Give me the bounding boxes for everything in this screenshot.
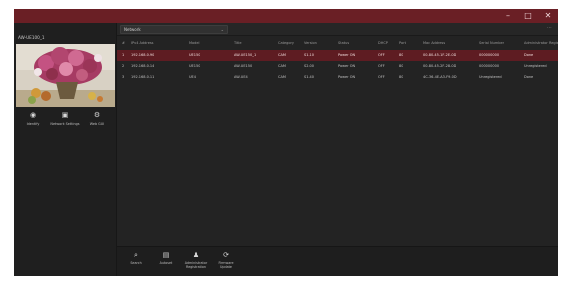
- column-header[interactable]: Version: [304, 38, 317, 49]
- column-header[interactable]: #: [122, 38, 125, 49]
- web-gui-label: Web GUI: [89, 122, 105, 126]
- autoset-icon: ▤: [162, 251, 170, 259]
- network-settings-icon: ▣: [61, 111, 69, 119]
- column-header[interactable]: IPv4 Address: [131, 38, 154, 49]
- table-cell: 000000000: [479, 53, 500, 57]
- table-cell: AW-UE150_1: [234, 53, 257, 57]
- network-settings-label: Network Settings: [50, 122, 80, 126]
- table-cell: 1: [122, 53, 125, 57]
- table-cell: 192.168.0.11: [131, 75, 155, 79]
- table-cell: Unregistered: [479, 75, 502, 79]
- chevron-down-icon: ⌄: [220, 27, 224, 32]
- table-cell: Done: [524, 75, 534, 79]
- identify-icon: ◉: [29, 111, 37, 119]
- table-cell: Done: [524, 53, 534, 57]
- column-header[interactable]: DHCP: [378, 38, 388, 49]
- network-select[interactable]: Network ⌄: [120, 25, 228, 34]
- column-header[interactable]: Model: [189, 38, 200, 49]
- column-header[interactable]: Serial Number: [479, 38, 504, 49]
- table-cell: UE4: [189, 75, 196, 79]
- table-row[interactable]: 2 192.168.0.14 UE150 AW-UE150 CAM S2.00 …: [117, 61, 558, 72]
- column-header[interactable]: Title: [234, 38, 242, 49]
- table-cell: S1.40: [304, 75, 315, 79]
- table-cell: 00-80-45-1F-2E-0D: [423, 53, 457, 57]
- table-header: # IPv4 Address Model Title Category Vers…: [117, 38, 558, 49]
- identify-button[interactable]: ◉ Identify: [18, 111, 48, 137]
- app-window: – □ ✕ AW-UE100_1 ◉ Identify ▣ Network Se…: [14, 9, 558, 276]
- column-header[interactable]: Category: [278, 38, 294, 49]
- column-header[interactable]: Mac Address: [423, 38, 445, 49]
- table-cell: OFF: [378, 53, 385, 57]
- table-cell: UE150: [189, 64, 201, 68]
- table-cell: Power ON: [338, 53, 356, 57]
- search-icon: ⌕: [134, 251, 138, 259]
- table-cell: 80: [399, 75, 404, 79]
- table-cell: OFF: [378, 75, 385, 79]
- identify-label: Identify: [26, 122, 40, 126]
- device-name: AW-UE100_1: [18, 35, 45, 40]
- administrator-registration-label: Administrator Registration: [184, 261, 208, 269]
- table-cell: CAM: [278, 75, 286, 79]
- table-cell: 3: [122, 75, 125, 79]
- table-cell: 4C-36-4E-A3-F9-0D: [423, 75, 457, 79]
- network-select-value: Network: [124, 27, 141, 32]
- search-button[interactable]: ⌕ Search: [123, 251, 149, 275]
- minimize-button[interactable]: –: [500, 10, 516, 22]
- firmware-update-button[interactable]: ⟳ Firmware Update: [213, 251, 239, 275]
- table-cell: Power ON: [338, 64, 356, 68]
- table-cell: AW-UE4: [234, 75, 248, 79]
- administrator-icon: ♟: [192, 251, 200, 259]
- firmware-update-label: Firmware Update: [218, 261, 234, 269]
- web-gui-icon: ⚙: [93, 111, 101, 119]
- title-bar: – □ ✕: [14, 9, 558, 23]
- table-cell: Unregistered: [524, 64, 547, 68]
- column-header[interactable]: Administrator Registration: [524, 38, 558, 49]
- column-header[interactable]: Status: [338, 38, 349, 49]
- camera-thumbnail: [16, 44, 115, 107]
- top-bar: Network ⌄ ⋯: [117, 23, 558, 36]
- table-cell: 000000000: [479, 64, 500, 68]
- table-cell: 192.168.0.14: [131, 64, 155, 68]
- table-cell: Power ON: [338, 75, 356, 79]
- table-cell: CAM: [278, 53, 286, 57]
- more-icon[interactable]: ⋯: [547, 25, 552, 31]
- autoset-button[interactable]: ▤ Autoset: [153, 251, 179, 275]
- table-cell: 80: [399, 53, 404, 57]
- device-panel: AW-UE100_1 ◉ Identify ▣ Network Settings…: [14, 23, 117, 276]
- table-cell: AW-UE150: [234, 64, 253, 68]
- table-cell: CAM: [278, 64, 286, 68]
- administrator-registration-button[interactable]: ♟ Administrator Registration: [183, 251, 209, 275]
- table-cell: 80: [399, 64, 404, 68]
- table-cell: OFF: [378, 64, 385, 68]
- table-cell: S1.10: [304, 53, 315, 57]
- table-cell: UE150: [189, 53, 201, 57]
- column-header[interactable]: Port: [399, 38, 406, 49]
- bottom-toolbar: ⌕ Search ▤ Autoset ♟ Administrator Regis…: [117, 246, 558, 276]
- table-row[interactable]: 3 192.168.0.11 UE4 AW-UE4 CAM S1.40 Powe…: [117, 72, 558, 83]
- web-gui-button[interactable]: ⚙ Web GUI: [82, 111, 112, 137]
- table-cell: 192.168.0.90: [131, 53, 155, 57]
- device-table: # IPv4 Address Model Title Category Vers…: [117, 36, 558, 246]
- table-cell: 00-80-45-2F-28-0D: [423, 64, 457, 68]
- search-label: Search: [130, 261, 142, 265]
- table-cell: 2: [122, 64, 125, 68]
- table-row[interactable]: 1 192.168.0.90 UE150 AW-UE150_1 CAM S1.1…: [117, 50, 558, 61]
- close-button[interactable]: ✕: [540, 10, 556, 22]
- autoset-label: Autoset: [159, 261, 173, 265]
- network-settings-button[interactable]: ▣ Network Settings: [50, 111, 80, 137]
- table-cell: S2.00: [304, 64, 315, 68]
- maximize-button[interactable]: □: [520, 10, 536, 22]
- firmware-update-icon: ⟳: [223, 251, 229, 259]
